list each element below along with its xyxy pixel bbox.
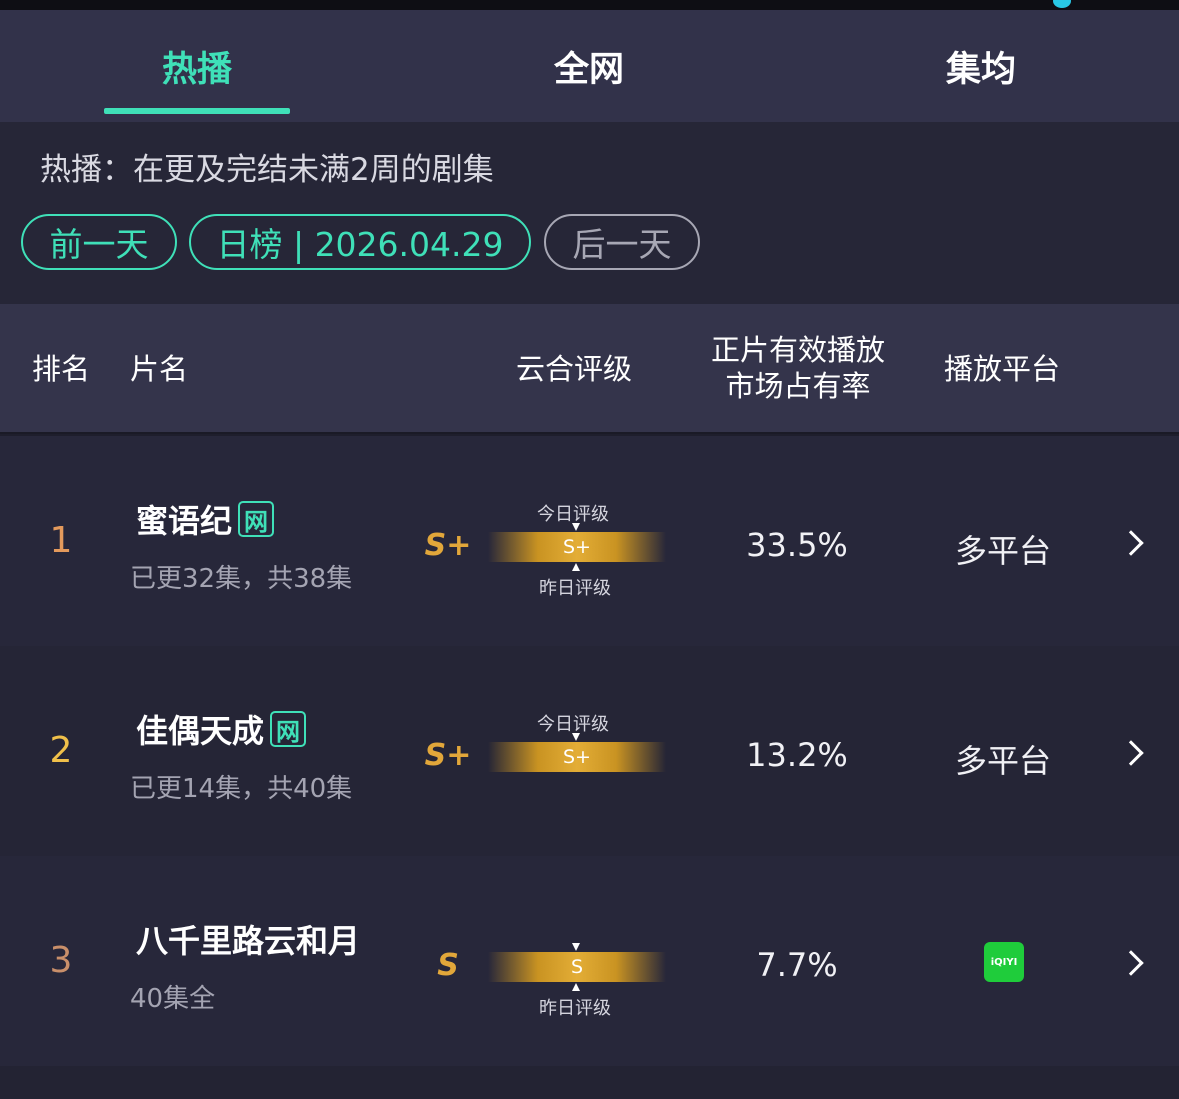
category-description: 热播：在更及完结未满2周的剧集 bbox=[40, 152, 494, 188]
market-share: 7.7% bbox=[756, 946, 838, 984]
next-row-partial bbox=[0, 1066, 1179, 1099]
grade-bar-label: S bbox=[570, 956, 584, 978]
rank-number: 3 bbox=[49, 940, 73, 981]
drama-title-text: 八千里路云和月 bbox=[136, 922, 361, 960]
episode-progress: 已更32集，共38集 bbox=[130, 564, 353, 594]
today-marker bbox=[572, 943, 580, 951]
today-marker bbox=[572, 523, 580, 531]
indicator-dot bbox=[1053, 0, 1071, 8]
column-rank: 排名 bbox=[32, 352, 91, 386]
column-title: 片名 bbox=[130, 352, 189, 386]
drama-title: 佳偶天成 网 bbox=[136, 706, 307, 752]
grade-bar-label: S+ bbox=[563, 536, 591, 558]
today-marker bbox=[572, 733, 580, 741]
grade-label: S+ bbox=[424, 738, 472, 773]
column-market-share-line2: 市场占有率 bbox=[725, 369, 871, 403]
filter-panel: 热播：在更及完结未满2周的剧集 前一天 日榜 | 2026.04.29 后一天 bbox=[0, 122, 1179, 304]
yesterday-grade-label: 昨日评级 bbox=[539, 578, 611, 599]
chevron-right-icon[interactable] bbox=[1118, 950, 1144, 976]
table-header: 排名 片名 云合评级 正片有效播放 市场占有率 播放平台 bbox=[0, 304, 1179, 434]
platform-label: 多平台 bbox=[954, 742, 1051, 780]
date-selector[interactable]: 日榜 | 2026.04.29 bbox=[189, 214, 531, 270]
status-bar bbox=[0, 0, 1179, 10]
market-share: 13.2% bbox=[746, 736, 848, 774]
web-drama-badge: 网 bbox=[238, 501, 275, 537]
web-drama-badge: 网 bbox=[270, 711, 307, 747]
table-row[interactable]: 3 八千里路云和月 40集全 S S 昨日评级 7.7% iQIYI bbox=[0, 856, 1179, 1066]
column-platform: 播放平台 bbox=[944, 352, 1061, 386]
column-market-share: 正片有效播放 市场占有率 bbox=[705, 332, 891, 404]
drama-title: 蜜语纪 网 bbox=[136, 496, 275, 542]
chevron-right-icon[interactable] bbox=[1118, 740, 1144, 766]
market-share: 33.5% bbox=[746, 526, 848, 564]
grade-bar: S bbox=[488, 943, 666, 991]
tab-bar: 热播 全网 集均 bbox=[0, 10, 1179, 122]
rank-number: 2 bbox=[49, 730, 73, 771]
grade-label: S+ bbox=[424, 528, 472, 563]
table-row[interactable]: 2 佳偶天成 网 已更14集，共40集 S+ 今日评级 S+ 13.2% 多平台 bbox=[0, 646, 1179, 856]
prev-day-button[interactable]: 前一天 bbox=[21, 214, 177, 270]
drama-title-text: 佳偶天成 bbox=[136, 712, 265, 750]
iqiyi-logo-icon: iQIYI bbox=[984, 942, 1024, 982]
grade-bar-label: S+ bbox=[563, 746, 591, 768]
drama-title-text: 蜜语纪 bbox=[136, 502, 233, 540]
drama-title: 八千里路云和月 bbox=[136, 916, 360, 962]
next-day-button[interactable]: 后一天 bbox=[544, 214, 700, 270]
tab-hot[interactable]: 热播 bbox=[104, 10, 290, 122]
episode-progress: 已更14集，共40集 bbox=[130, 774, 353, 804]
episode-progress: 40集全 bbox=[130, 984, 216, 1014]
tab-episode-average[interactable]: 集均 bbox=[888, 10, 1074, 122]
tab-all-network[interactable]: 全网 bbox=[496, 10, 682, 122]
platform-label: 多平台 bbox=[954, 532, 1051, 570]
chevron-right-icon[interactable] bbox=[1118, 530, 1144, 556]
yesterday-marker bbox=[572, 563, 580, 571]
grade-bar: S+ bbox=[488, 523, 666, 571]
column-grade: 云合评级 bbox=[516, 352, 633, 386]
grade-bar: S+ bbox=[488, 733, 666, 772]
table-row[interactable]: 1 蜜语纪 网 已更32集，共38集 S+ 今日评级 S+ 昨日评级 33.5%… bbox=[0, 436, 1179, 646]
rank-number: 1 bbox=[49, 520, 73, 561]
grade-label: S bbox=[437, 948, 459, 983]
active-tab-indicator bbox=[104, 108, 290, 114]
yesterday-grade-label: 昨日评级 bbox=[539, 998, 611, 1019]
column-market-share-line1: 正片有效播放 bbox=[710, 333, 885, 367]
yesterday-marker bbox=[572, 983, 580, 991]
